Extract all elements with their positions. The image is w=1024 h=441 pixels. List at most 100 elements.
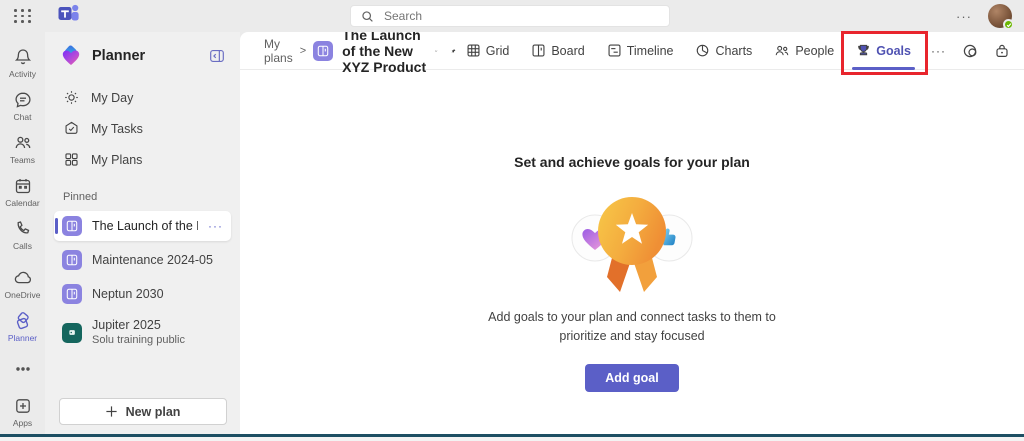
charts-pie-icon	[697, 44, 709, 57]
rail-item-chat[interactable]: Chat	[0, 85, 45, 128]
tab-label: Goals	[876, 43, 911, 58]
rail-label: OneDrive	[4, 289, 41, 300]
task-check-icon	[65, 121, 78, 134]
tab-people[interactable]: People	[764, 38, 844, 63]
pinned-plan-launch-xyz[interactable]: The Launch of the New XYZ ... ···	[54, 211, 231, 241]
plan-board-icon	[62, 250, 82, 270]
goals-empty-state: Set and achieve goals for your plan Add …	[240, 70, 1024, 434]
plan-header: My plans > The Launch of the New XYZ Pro…	[240, 27, 1024, 75]
tab-board[interactable]: Board	[521, 38, 594, 63]
goals-trophy-icon	[858, 44, 870, 56]
sidebar-item-label: My Plans	[91, 152, 143, 167]
tab-label: Grid	[485, 43, 510, 58]
rail-label: Calls	[13, 241, 32, 251]
breadcrumb: My plans > The Launch of the New XYZ Pro…	[264, 27, 456, 75]
bell-icon	[14, 49, 31, 65]
plan-title: Maintenance 2024-05	[92, 253, 213, 267]
rail-label: Planner	[7, 332, 38, 343]
tab-label: People	[795, 43, 835, 58]
plan-board-icon	[313, 40, 334, 61]
planner-logo	[62, 45, 80, 65]
board-view-icon	[532, 44, 545, 57]
empty-state-title: Set and achieve goals for your plan	[514, 154, 750, 170]
breadcrumb-separator: >	[299, 44, 307, 57]
bottom-filler	[0, 437, 1024, 441]
plan-subtitle: Solu training public	[92, 333, 185, 346]
avatar[interactable]	[988, 4, 1014, 30]
presence-badge	[1003, 19, 1014, 30]
rail-label: Chat	[13, 112, 32, 122]
app-rail: Activity Chat Teams Calendar Calls OneDr…	[0, 32, 45, 434]
more-icon	[15, 367, 30, 372]
sun-icon	[65, 91, 78, 104]
teams-people-icon	[15, 136, 30, 149]
rail-item-more[interactable]	[0, 354, 45, 385]
teams-logo[interactable]	[56, 2, 81, 31]
new-plan-label: New plan	[125, 404, 181, 419]
plan-title: The Launch of the New XYZ ...	[92, 219, 198, 233]
rail-label: Teams	[9, 155, 36, 165]
pinned-plan-neptun[interactable]: Neptun 2030	[54, 279, 231, 309]
cloud-icon	[14, 271, 31, 283]
loop-workspace-icon	[62, 322, 82, 343]
tab-grid[interactable]: Grid	[456, 38, 520, 63]
new-plan-button[interactable]: New plan	[58, 398, 227, 425]
rail-label: Activity	[9, 69, 36, 79]
rail-item-onedrive[interactable]: OneDrive	[0, 263, 45, 306]
tabs-more-button[interactable]: ···	[923, 44, 954, 58]
empty-state-description: Add goals to your plan and connect tasks…	[488, 310, 776, 344]
sidebar-item-label: My Tasks	[91, 121, 143, 136]
topbar-more-button[interactable]: ···	[956, 9, 972, 24]
view-tabs: Grid Board Timeline Charts People Goals …	[456, 31, 1010, 75]
active-tab-underline	[852, 67, 915, 70]
sidebar-item-my-plans[interactable]: My Plans	[54, 144, 231, 175]
rail-item-teams[interactable]: Teams	[0, 128, 45, 171]
tab-label: Board	[551, 43, 585, 58]
plan-more-button[interactable]: ···	[208, 219, 223, 233]
search-input[interactable]	[384, 9, 644, 23]
rail-item-calls[interactable]: Calls	[0, 214, 45, 257]
rail-item-activity[interactable]: Activity	[0, 42, 45, 85]
tab-charts[interactable]: Charts	[685, 38, 762, 63]
pinned-plan-maintenance[interactable]: Maintenance 2024-05	[54, 245, 231, 275]
grid-view-icon	[467, 44, 480, 57]
lock-icon[interactable]	[994, 43, 1010, 59]
timeline-view-icon	[608, 44, 621, 57]
rail-item-apps[interactable]: Apps	[0, 391, 45, 434]
sidebar-item-label: My Day	[91, 90, 134, 105]
search-box[interactable]	[350, 5, 670, 27]
plan-title-heading: The Launch of the New XYZ Product	[342, 26, 427, 75]
plan-title: Neptun 2030	[92, 287, 164, 301]
rail-label: Apps	[12, 418, 33, 429]
main-panel: My plans > The Launch of the New XYZ Pro…	[240, 27, 1024, 434]
search-icon	[362, 10, 373, 22]
rail-label: Calendar	[5, 198, 40, 208]
rail-item-planner[interactable]: Planner	[0, 306, 45, 349]
calendar-icon	[15, 179, 30, 194]
pinned-section-heading: Pinned	[63, 191, 98, 203]
planner-sidebar: Planner My Day My Tasks My Plans Pinned …	[45, 32, 240, 434]
planner-icon	[16, 311, 29, 329]
plus-icon	[105, 406, 117, 417]
copilot-icon[interactable]	[962, 43, 978, 59]
phone-icon	[17, 221, 29, 234]
pinned-plan-jupiter[interactable]: Jupiter 2025 Solu training public	[54, 313, 231, 352]
rail-item-calendar[interactable]: Calendar	[0, 171, 45, 214]
top-bar: ···	[0, 0, 1024, 32]
people-icon	[776, 45, 789, 56]
award-badge-illustration	[571, 197, 693, 292]
tab-timeline[interactable]: Timeline	[597, 38, 684, 63]
add-goal-button[interactable]: Add goal	[585, 363, 679, 392]
chevron-down-icon[interactable]	[434, 45, 438, 57]
collapse-pane-icon[interactable]	[208, 47, 226, 65]
sidebar-item-my-tasks[interactable]: My Tasks	[54, 113, 231, 144]
apps-icon	[15, 399, 30, 413]
sidebar-item-my-day[interactable]: My Day	[54, 82, 231, 113]
plan-board-icon	[62, 216, 82, 236]
breadcrumb-my-plans[interactable]: My plans	[264, 37, 293, 65]
tab-label: Charts	[715, 43, 753, 58]
plan-title: Jupiter 2025	[92, 318, 161, 332]
plan-board-icon	[62, 284, 82, 304]
tab-goals[interactable]: Goals	[841, 31, 928, 75]
waffle-menu-icon[interactable]	[14, 9, 32, 23]
